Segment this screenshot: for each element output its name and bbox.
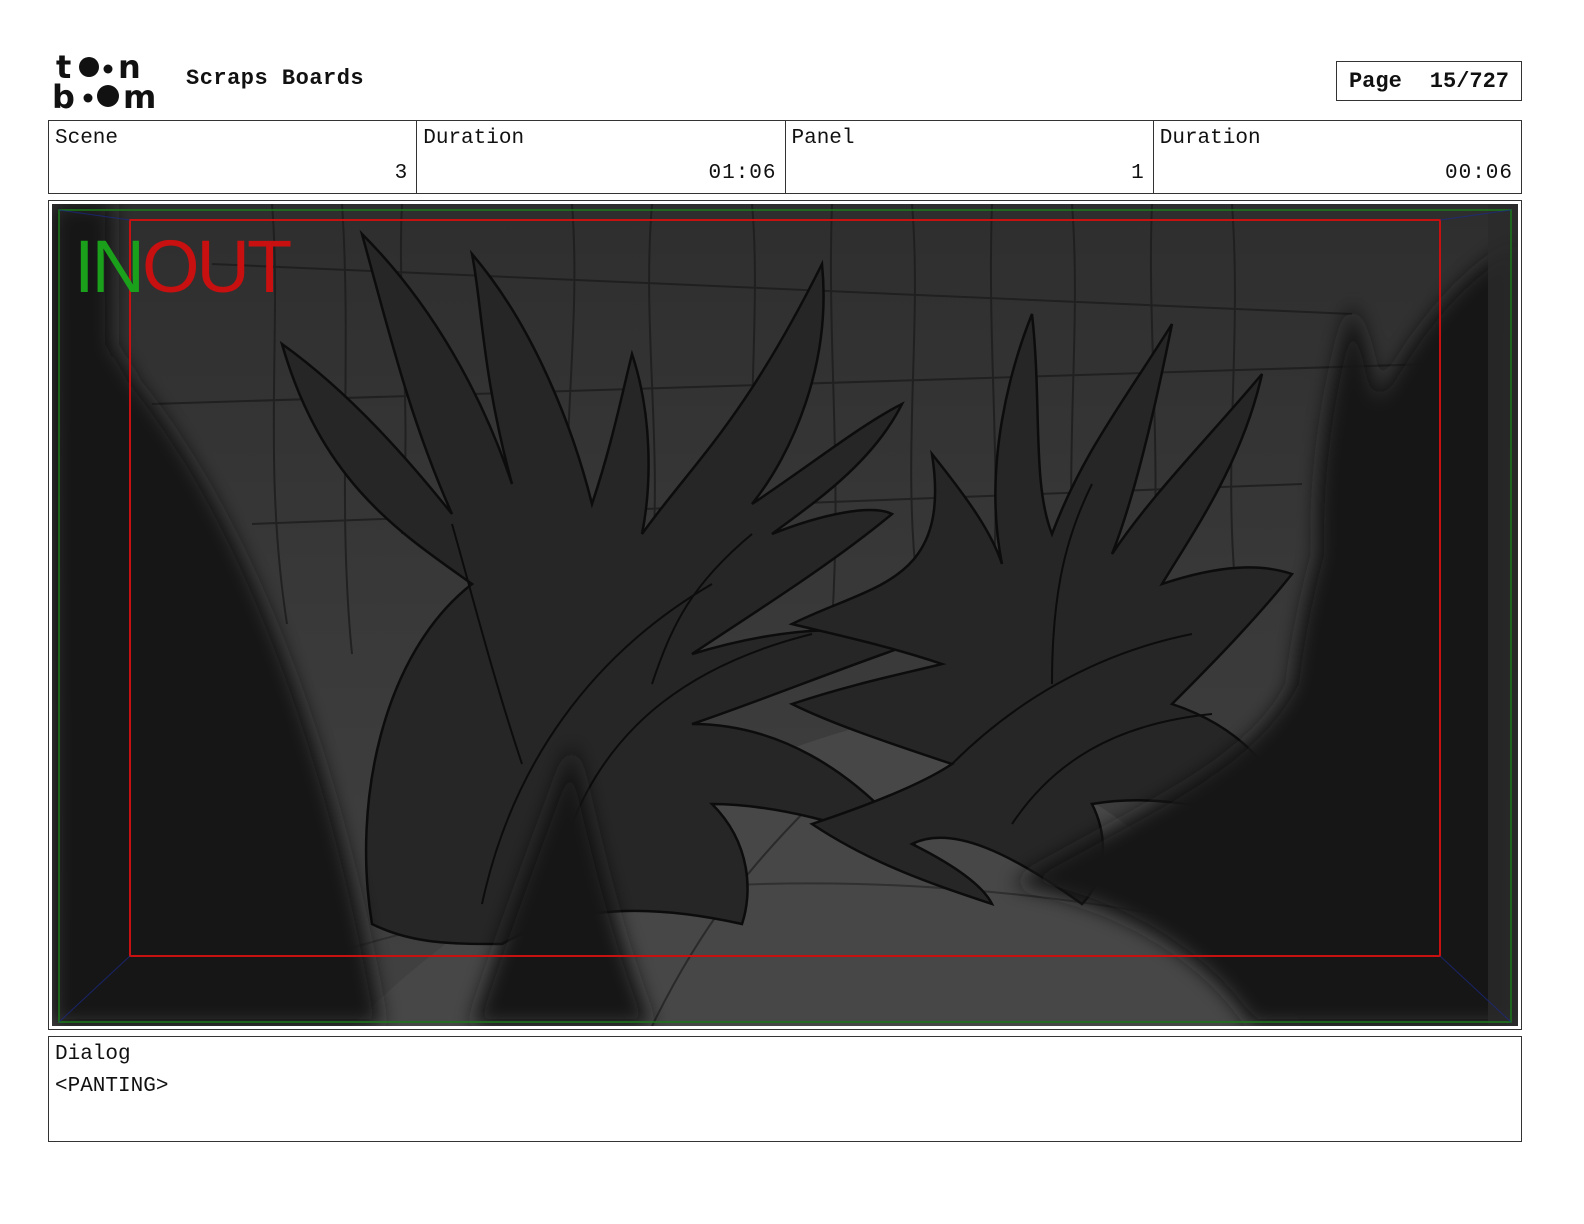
in-marker: IN: [74, 225, 145, 308]
out-marker: OUT: [142, 225, 292, 308]
panel-duration-label: Duration: [1159, 127, 1261, 150]
dialog-box: Dialog <PANTING>: [48, 1036, 1522, 1142]
storyboard-panel-image: [52, 204, 1518, 1026]
toon-boom-logo: t n b m: [52, 50, 156, 112]
scene-cell: Scene 3: [49, 121, 418, 193]
panel-duration-cell: Duration 00:06: [1154, 121, 1521, 193]
scene-value: 3: [394, 162, 409, 185]
dialog-label: Dialog: [55, 1043, 131, 1066]
scene-label: Scene: [55, 127, 119, 150]
scene-duration-label: Duration: [423, 127, 525, 150]
dialog-text: <PANTING>: [55, 1075, 169, 1098]
scene-duration-value: 01:06: [708, 162, 777, 185]
page-number: 15/727: [1429, 68, 1510, 94]
project-title: Scraps Boards: [186, 66, 365, 91]
svg-text:b: b: [52, 78, 75, 112]
panel-label: Panel: [791, 127, 855, 150]
panel-info-table: Scene 3 Duration 01:06 Panel 1 Duration …: [48, 120, 1522, 194]
page-label: Page: [1348, 68, 1402, 94]
panel-duration-value: 00:06: [1444, 162, 1513, 185]
page-indicator: Page 15/727: [1336, 61, 1522, 101]
panel-cell: Panel 1: [786, 121, 1154, 193]
scene-duration-cell: Duration 01:06: [417, 121, 786, 193]
panel-value: 1: [1131, 162, 1145, 185]
svg-text:m: m: [123, 78, 156, 112]
in-out-markers: INOUT: [74, 230, 292, 304]
